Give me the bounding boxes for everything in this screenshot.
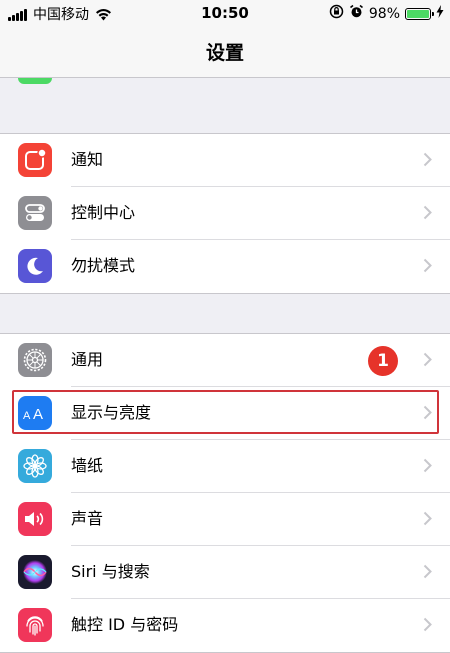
gear-icon bbox=[18, 343, 52, 377]
settings-row-sounds[interactable]: 声音 bbox=[0, 493, 450, 546]
row-label: 通知 bbox=[71, 150, 104, 169]
fingerprint-icon bbox=[18, 608, 52, 642]
battery-fill bbox=[407, 9, 429, 18]
chevron-right-icon bbox=[423, 352, 432, 371]
chevron-right-icon bbox=[423, 258, 432, 277]
display-brightness-icon: A A bbox=[18, 396, 52, 430]
settings-group-1: 通知 控制中心 勿扰模式 bbox=[0, 133, 450, 294]
row-label: 声音 bbox=[71, 509, 104, 528]
status-bar: 中国移动 10:50 98% bbox=[0, 0, 450, 26]
status-right: 98% bbox=[324, 4, 444, 23]
charging-bolt-icon bbox=[436, 5, 444, 22]
row-label: 通用 bbox=[71, 350, 104, 369]
siri-icon bbox=[18, 555, 52, 589]
orientation-lock-icon bbox=[329, 4, 344, 23]
chevron-right-icon bbox=[423, 152, 432, 171]
settings-row-display-brightness[interactable]: A A 显示与亮度 bbox=[0, 387, 450, 440]
row-label: 触控 ID 与密码 bbox=[71, 615, 179, 634]
settings-group-2: 通用 1 A A 显示与亮度 墙纸 声音 Siri 与搜索 触控 ID 与密码 bbox=[0, 333, 450, 653]
row-label: 墙纸 bbox=[71, 456, 104, 475]
settings-row-control-center[interactable]: 控制中心 bbox=[0, 187, 450, 240]
notification-icon bbox=[18, 143, 52, 177]
settings-row-notifications[interactable]: 通知 bbox=[0, 134, 450, 187]
chevron-right-icon bbox=[423, 405, 432, 424]
svg-text:A: A bbox=[33, 406, 43, 423]
speaker-icon bbox=[18, 502, 52, 536]
row-label: 控制中心 bbox=[71, 203, 136, 222]
chevron-right-icon bbox=[423, 564, 432, 583]
settings-row-do-not-disturb[interactable]: 勿扰模式 bbox=[0, 240, 450, 293]
alarm-clock-icon bbox=[349, 4, 364, 23]
control-center-icon bbox=[18, 196, 52, 230]
page-title: 设置 bbox=[205, 42, 244, 64]
settings-row-siri-search[interactable]: Siri 与搜索 bbox=[0, 546, 450, 599]
settings-row-wallpaper[interactable]: 墙纸 bbox=[0, 440, 450, 493]
wallpaper-flower-icon bbox=[18, 449, 52, 483]
partially-hidden-icon bbox=[18, 78, 52, 84]
chevron-right-icon bbox=[423, 458, 432, 477]
settings-row-general[interactable]: 通用 1 bbox=[0, 334, 450, 387]
chevron-right-icon bbox=[423, 617, 432, 636]
battery-percent: 98% bbox=[368, 5, 400, 22]
row-label: 勿扰模式 bbox=[71, 256, 136, 275]
battery-icon bbox=[405, 7, 434, 20]
chevron-right-icon bbox=[423, 205, 432, 224]
moon-icon bbox=[18, 249, 52, 283]
navigation-bar: 设置 bbox=[0, 26, 450, 78]
notification-badge: 1 bbox=[368, 346, 398, 376]
svg-text:A: A bbox=[23, 410, 31, 422]
settings-row-touch-id-passcode[interactable]: 触控 ID 与密码 bbox=[0, 599, 450, 652]
row-label: Siri 与搜索 bbox=[71, 562, 150, 581]
row-label: 显示与亮度 bbox=[71, 403, 152, 422]
chevron-right-icon bbox=[423, 511, 432, 530]
